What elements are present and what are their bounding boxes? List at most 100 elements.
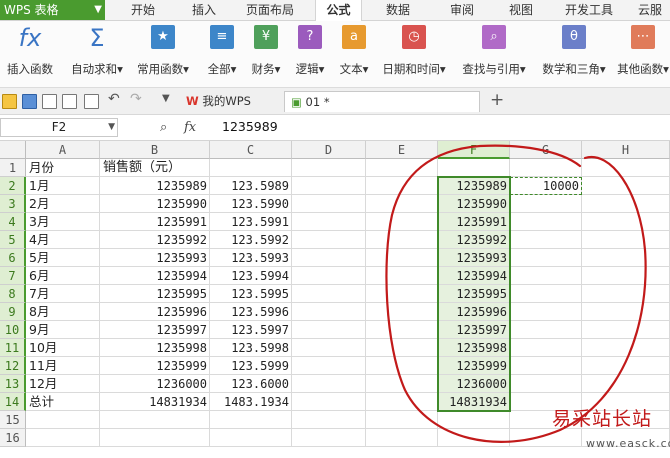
cell-b13[interactable]: 1236000 bbox=[100, 375, 210, 393]
cell-c4[interactable]: 123.5991 bbox=[210, 213, 292, 231]
cell-a9[interactable]: 8月 bbox=[26, 303, 100, 321]
cell-c11[interactable]: 123.5998 bbox=[210, 339, 292, 357]
cell-b6[interactable]: 1235993 bbox=[100, 249, 210, 267]
column-header-b[interactable]: B bbox=[100, 141, 210, 159]
cell-h1[interactable] bbox=[582, 159, 670, 177]
cell-b11[interactable]: 1235998 bbox=[100, 339, 210, 357]
row-header-12[interactable]: 12 bbox=[0, 357, 26, 375]
column-header-c[interactable]: C bbox=[210, 141, 292, 159]
cell-e15[interactable] bbox=[366, 411, 438, 429]
row-header-15[interactable]: 15 bbox=[0, 411, 26, 429]
cell-d6[interactable] bbox=[292, 249, 366, 267]
cell-a4[interactable]: 3月 bbox=[26, 213, 100, 231]
cell-d16[interactable] bbox=[292, 429, 366, 447]
cell-g7[interactable] bbox=[510, 267, 582, 285]
cell-f6[interactable]: 1235993 bbox=[438, 249, 510, 267]
cell-h11[interactable] bbox=[582, 339, 670, 357]
cell-e1[interactable] bbox=[366, 159, 438, 177]
cell-c16[interactable] bbox=[210, 429, 292, 447]
logic-button[interactable]: ? 逻辑▾ bbox=[290, 25, 330, 85]
tab-document[interactable]: ▣ 01 * bbox=[284, 91, 480, 112]
cell-a6[interactable]: 5月 bbox=[26, 249, 100, 267]
cell-f2[interactable]: 1235989 bbox=[438, 177, 510, 195]
fx-icon[interactable]: fx bbox=[184, 120, 196, 135]
row-header-7[interactable]: 7 bbox=[0, 267, 26, 285]
menu-home[interactable]: 开始 bbox=[131, 0, 155, 20]
column-header-f[interactable]: F bbox=[438, 141, 510, 159]
cell-f8[interactable]: 1235995 bbox=[438, 285, 510, 303]
cell-e16[interactable] bbox=[366, 429, 438, 447]
row-header-16[interactable]: 16 bbox=[0, 429, 26, 447]
menu-developer[interactable]: 开发工具 bbox=[565, 0, 613, 20]
row-header-13[interactable]: 13 bbox=[0, 375, 26, 393]
zoom-icon[interactable]: ⌕ bbox=[160, 120, 167, 135]
cell-c14[interactable]: 1483.1934 bbox=[210, 393, 292, 411]
tab-my-wps[interactable]: W 我的WPS bbox=[186, 91, 251, 112]
menu-insert[interactable]: 插入 bbox=[192, 0, 216, 20]
autosum-button[interactable]: Σ 自动求和▾ bbox=[66, 25, 128, 85]
cell-g8[interactable] bbox=[510, 285, 582, 303]
cell-b7[interactable]: 1235994 bbox=[100, 267, 210, 285]
cell-f3[interactable]: 1235990 bbox=[438, 195, 510, 213]
select-all-corner[interactable] bbox=[0, 141, 26, 159]
cell-e2[interactable] bbox=[366, 177, 438, 195]
cell-h6[interactable] bbox=[582, 249, 670, 267]
cell-a2[interactable]: 1月 bbox=[26, 177, 100, 195]
cell-d4[interactable] bbox=[292, 213, 366, 231]
cell-f11[interactable]: 1235998 bbox=[438, 339, 510, 357]
cell-b16[interactable] bbox=[100, 429, 210, 447]
cell-h3[interactable] bbox=[582, 195, 670, 213]
cell-d12[interactable] bbox=[292, 357, 366, 375]
cell-h4[interactable] bbox=[582, 213, 670, 231]
row-header-8[interactable]: 8 bbox=[0, 285, 26, 303]
cell-g13[interactable] bbox=[510, 375, 582, 393]
menu-review[interactable]: 审阅 bbox=[450, 0, 474, 20]
cell-e9[interactable] bbox=[366, 303, 438, 321]
cell-h9[interactable] bbox=[582, 303, 670, 321]
cell-g2[interactable]: 10000 bbox=[510, 177, 582, 195]
cell-g4[interactable] bbox=[510, 213, 582, 231]
cell-c2[interactable]: 123.5989 bbox=[210, 177, 292, 195]
cell-a1[interactable]: 月份 bbox=[26, 159, 100, 177]
cell-c10[interactable]: 123.5997 bbox=[210, 321, 292, 339]
more-functions-button[interactable]: ⋯ 其他函数▾ bbox=[616, 25, 670, 85]
cell-c3[interactable]: 123.5990 bbox=[210, 195, 292, 213]
insert-function-button[interactable]: fx 插入函数 bbox=[3, 25, 57, 85]
row-header-1[interactable]: 1 bbox=[0, 159, 26, 177]
menu-cloud[interactable]: 云服务 bbox=[638, 0, 670, 37]
all-functions-button[interactable]: ≡ 全部▾ bbox=[202, 25, 242, 85]
cell-f5[interactable]: 1235992 bbox=[438, 231, 510, 249]
cell-h12[interactable] bbox=[582, 357, 670, 375]
cell-b5[interactable]: 1235992 bbox=[100, 231, 210, 249]
row-header-14[interactable]: 14 bbox=[0, 393, 26, 411]
print-icon[interactable] bbox=[62, 94, 77, 109]
cell-g16[interactable] bbox=[510, 429, 582, 447]
cell-b8[interactable]: 1235995 bbox=[100, 285, 210, 303]
cell-d11[interactable] bbox=[292, 339, 366, 357]
name-box[interactable]: F2 ▼ bbox=[0, 118, 118, 137]
app-menu-button[interactable]: WPS 表格 ▼ bbox=[0, 0, 105, 20]
row-header-6[interactable]: 6 bbox=[0, 249, 26, 267]
cell-a14[interactable]: 总计 bbox=[26, 393, 100, 411]
cell-b12[interactable]: 1235999 bbox=[100, 357, 210, 375]
menu-page-layout[interactable]: 页面布局 bbox=[246, 0, 294, 20]
lookup-reference-button[interactable]: ⌕ 查找与引用▾ bbox=[456, 25, 532, 85]
cell-c12[interactable]: 123.5999 bbox=[210, 357, 292, 375]
cell-f16[interactable] bbox=[438, 429, 510, 447]
cell-c6[interactable]: 123.5993 bbox=[210, 249, 292, 267]
cell-b14[interactable]: 14831934 bbox=[100, 393, 210, 411]
cell-d14[interactable] bbox=[292, 393, 366, 411]
cell-e4[interactable] bbox=[366, 213, 438, 231]
cell-b1[interactable]: 销售额（元） bbox=[100, 159, 210, 177]
cell-e11[interactable] bbox=[366, 339, 438, 357]
cell-d15[interactable] bbox=[292, 411, 366, 429]
cell-a13[interactable]: 12月 bbox=[26, 375, 100, 393]
redo-icon[interactable]: ↷ bbox=[130, 91, 142, 107]
open-folder-icon[interactable] bbox=[2, 94, 17, 109]
row-header-3[interactable]: 3 bbox=[0, 195, 26, 213]
row-header-11[interactable]: 11 bbox=[0, 339, 26, 357]
cell-h7[interactable] bbox=[582, 267, 670, 285]
cell-e14[interactable] bbox=[366, 393, 438, 411]
cell-b2[interactable]: 1235989 bbox=[100, 177, 210, 195]
cell-h2[interactable] bbox=[582, 177, 670, 195]
